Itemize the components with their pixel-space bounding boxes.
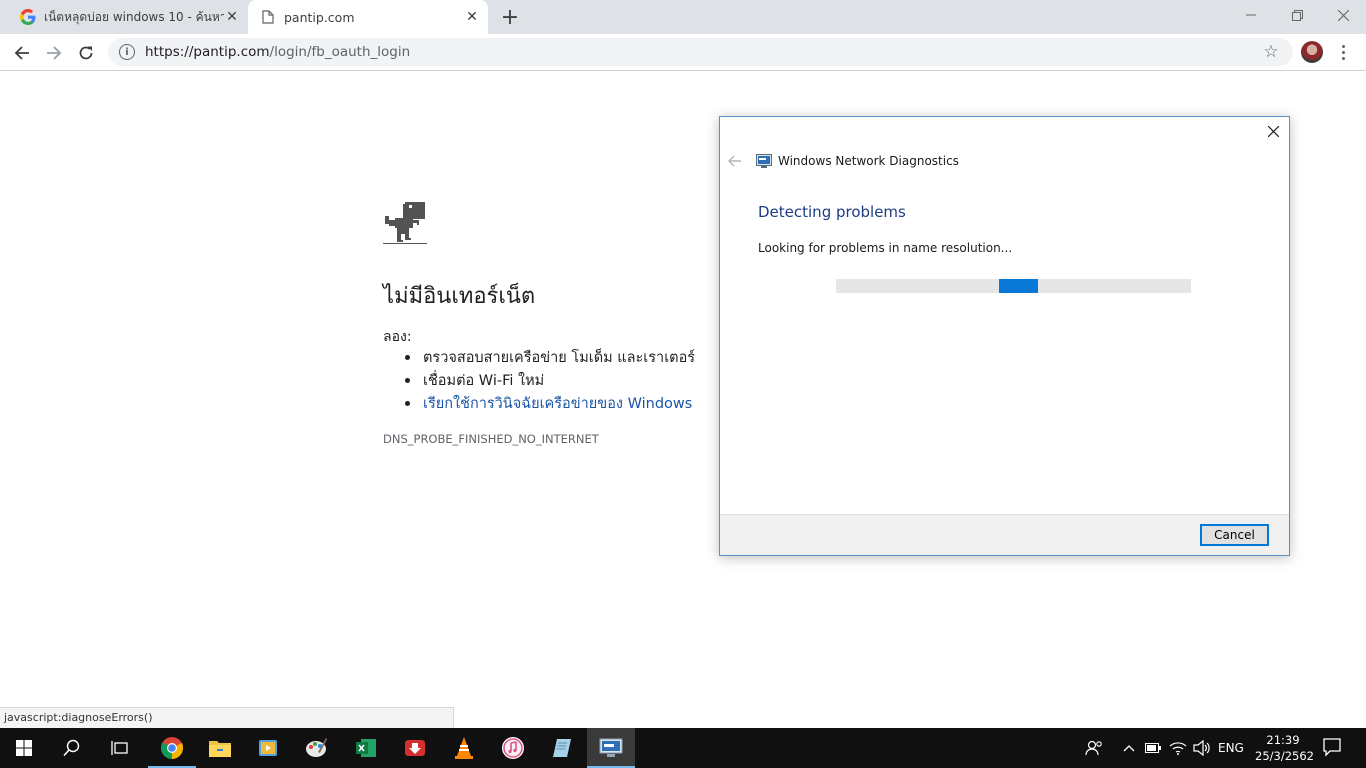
info-icon[interactable]: i [119,44,135,60]
battery-icon[interactable] [1143,728,1163,768]
link-status-bubble: javascript:diagnoseErrors() [0,707,454,728]
restore-icon[interactable] [1274,0,1320,30]
download-manager-icon[interactable] [391,728,439,768]
dino-icon[interactable] [383,200,429,246]
dialog-app-title: Windows Network Diagnostics [778,154,959,168]
people-icon[interactable] [1082,728,1106,768]
window-controls [1228,0,1366,30]
cancel-button[interactable]: Cancel [1200,524,1269,546]
error-title: ไม่มีอินเทอร์เน็ต [383,284,536,309]
close-tab-icon[interactable]: ✕ [224,9,240,25]
close-tab-icon[interactable]: ✕ [464,9,480,25]
tab-pantip[interactable]: pantip.com ✕ [248,0,488,34]
search-icon[interactable] [48,728,96,768]
close-window-icon[interactable] [1320,0,1366,30]
profile-avatar[interactable] [1301,41,1323,63]
suggestion-list: ตรวจสอบสายเครือข่าย โมเด็ม และเราเตอร์ เ… [405,348,695,417]
clock-time: 21:39 [1266,733,1300,747]
volume-icon[interactable] [1191,728,1213,768]
chrome-icon[interactable] [148,728,196,768]
progress-bar [836,279,1191,293]
itunes-icon[interactable] [489,728,537,768]
reload-icon[interactable] [73,40,99,66]
vlc-icon[interactable] [440,728,488,768]
back-arrow-icon[interactable] [728,153,742,171]
taskbar: ENG 21:39 25/3/2562 [0,728,1366,768]
paint-icon[interactable] [292,728,340,768]
back-arrow-icon[interactable] [9,40,35,66]
address-bar[interactable]: i https://pantip.com/login/fb_oauth_logi… [108,38,1293,66]
tab-google-search[interactable]: เน็ตหลุดบ่อย windows 10 - ค้นหาด้วย Goog… [8,0,248,34]
excel-icon[interactable] [342,728,390,768]
tab-title: เน็ตหลุดบ่อย windows 10 - ค้นหาด้วย Goog… [44,9,224,24]
wifi-no-internet-icon[interactable] [1167,728,1189,768]
bookmark-star-icon[interactable]: ☆ [1260,41,1282,63]
dialog-heading: Detecting problems [758,203,906,221]
tab-title: pantip.com [284,9,355,25]
address-url: https://pantip.com/login/fb_oauth_login [145,44,410,60]
task-view-icon[interactable] [96,728,144,768]
url-host: https://pantip.com [145,44,270,60]
close-icon[interactable] [1265,123,1281,139]
clock-date: 25/3/2562 [1255,749,1314,763]
language-indicator[interactable]: ENG [1218,728,1244,768]
network-diagnostics-icon [756,154,772,168]
new-tab-button[interactable]: + [498,5,522,30]
google-g-icon [20,9,36,25]
chevron-up-icon[interactable] [1119,728,1139,768]
file-explorer-icon[interactable] [196,728,244,768]
start-icon[interactable] [0,728,48,768]
notepad-icon[interactable] [538,728,586,768]
try-label: ลอง: [383,329,412,345]
media-player-icon[interactable] [244,728,292,768]
url-path: /login/fb_oauth_login [269,44,411,60]
dialog-footer: Cancel [720,514,1289,555]
network-diagnostics-dialog: Windows Network Diagnostics Detecting pr… [719,116,1290,556]
suggestion-reconnect-wifi: เชื่อมต่อ Wi-Fi ใหม่ [405,371,695,394]
tab-strip: เน็ตหลุดบ่อย windows 10 - ค้นหาด้วย Goog… [0,0,1366,34]
page-icon [260,9,276,25]
suggestion-check-cables: ตรวจสอบสายเครือข่าย โมเด็ม และเราเตอร์ [405,348,695,371]
forward-arrow-icon[interactable] [41,40,67,66]
network-diagnostics-icon[interactable] [587,728,635,768]
run-windows-diagnostics-link[interactable]: เรียกใช้การวินิจฉัยเครือข่ายของ Windows [405,394,695,417]
browser-toolbar: i https://pantip.com/login/fb_oauth_logi… [0,34,1366,71]
minimize-icon[interactable] [1228,0,1274,30]
progress-chunk [999,279,1039,293]
system-clock[interactable]: 21:39 25/3/2562 [1255,732,1314,764]
error-code: DNS_PROBE_FINISHED_NO_INTERNET [383,432,599,446]
action-center-icon[interactable] [1322,737,1344,759]
kebab-menu-icon[interactable] [1338,41,1348,63]
dialog-status-text: Looking for problems in name resolution.… [758,241,1013,255]
